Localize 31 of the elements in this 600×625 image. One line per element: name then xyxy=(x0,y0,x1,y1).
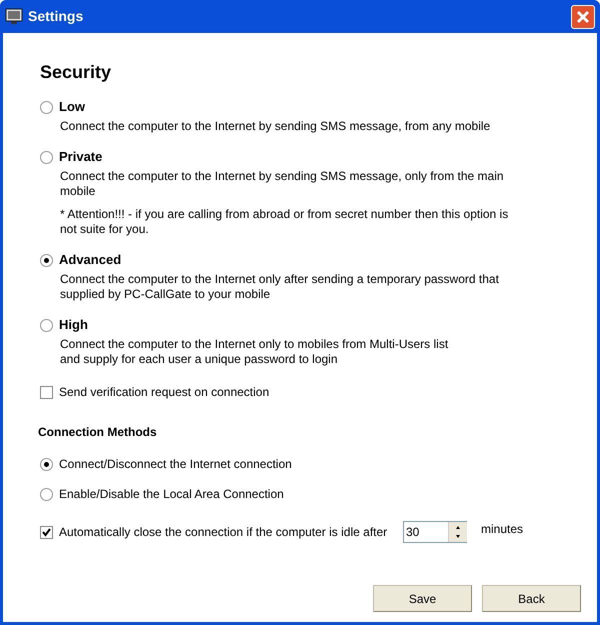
unit-label: minutes xyxy=(481,521,524,538)
option-label: Connect/Disconnect the Internet connection xyxy=(59,456,292,473)
checkbox-label: Send verification request on connection xyxy=(59,384,270,401)
option-label: Private xyxy=(59,148,102,166)
option-label: Enable/Disable the Local Area Connection xyxy=(59,486,284,503)
section-heading: Connection Methods xyxy=(38,424,158,441)
radio-button[interactable] xyxy=(40,488,53,500)
radio-button[interactable] xyxy=(40,318,53,332)
dialog-button[interactable]: Back xyxy=(482,585,581,612)
window-title: Settings xyxy=(28,7,84,26)
radio-button[interactable] xyxy=(40,254,53,266)
number-spinner[interactable]: 30 xyxy=(403,521,467,543)
option-label: Advanced xyxy=(59,251,122,270)
checkbox-label: Automatically close the connection if the computer is idle after xyxy=(59,524,388,541)
option-description: Connect the computer to the Internet only after sending a temporary password that supplied by PC-CallGate to your mobile xyxy=(60,272,500,302)
option-description: Connect the computer to the Internet only to mobiles from Multi-Users list and supply for each user a unique password to login xyxy=(60,337,450,367)
monitor-icon xyxy=(5,8,23,26)
radio-button[interactable] xyxy=(40,100,53,114)
option-description: Connect the computer to the Internet by sending SMS message, only from the main mobile xyxy=(60,169,505,199)
section-heading: Security xyxy=(40,61,112,84)
option-label: High xyxy=(59,316,88,334)
option-label: Low xyxy=(59,98,85,116)
checkbox[interactable] xyxy=(40,526,53,538)
option-description: Connect the computer to the Internet by sending SMS message, from any mobile xyxy=(60,119,492,134)
radio-button[interactable] xyxy=(40,150,53,164)
checkbox[interactable] xyxy=(40,386,53,398)
dialog-button[interactable]: Save xyxy=(373,585,472,612)
close-icon xyxy=(576,10,590,24)
note-text: * Attention!!! - if you are calling from abroad or from secret number then this option is not suite for you. xyxy=(60,207,510,237)
radio-button[interactable] xyxy=(40,458,53,470)
close-button[interactable] xyxy=(571,4,595,28)
